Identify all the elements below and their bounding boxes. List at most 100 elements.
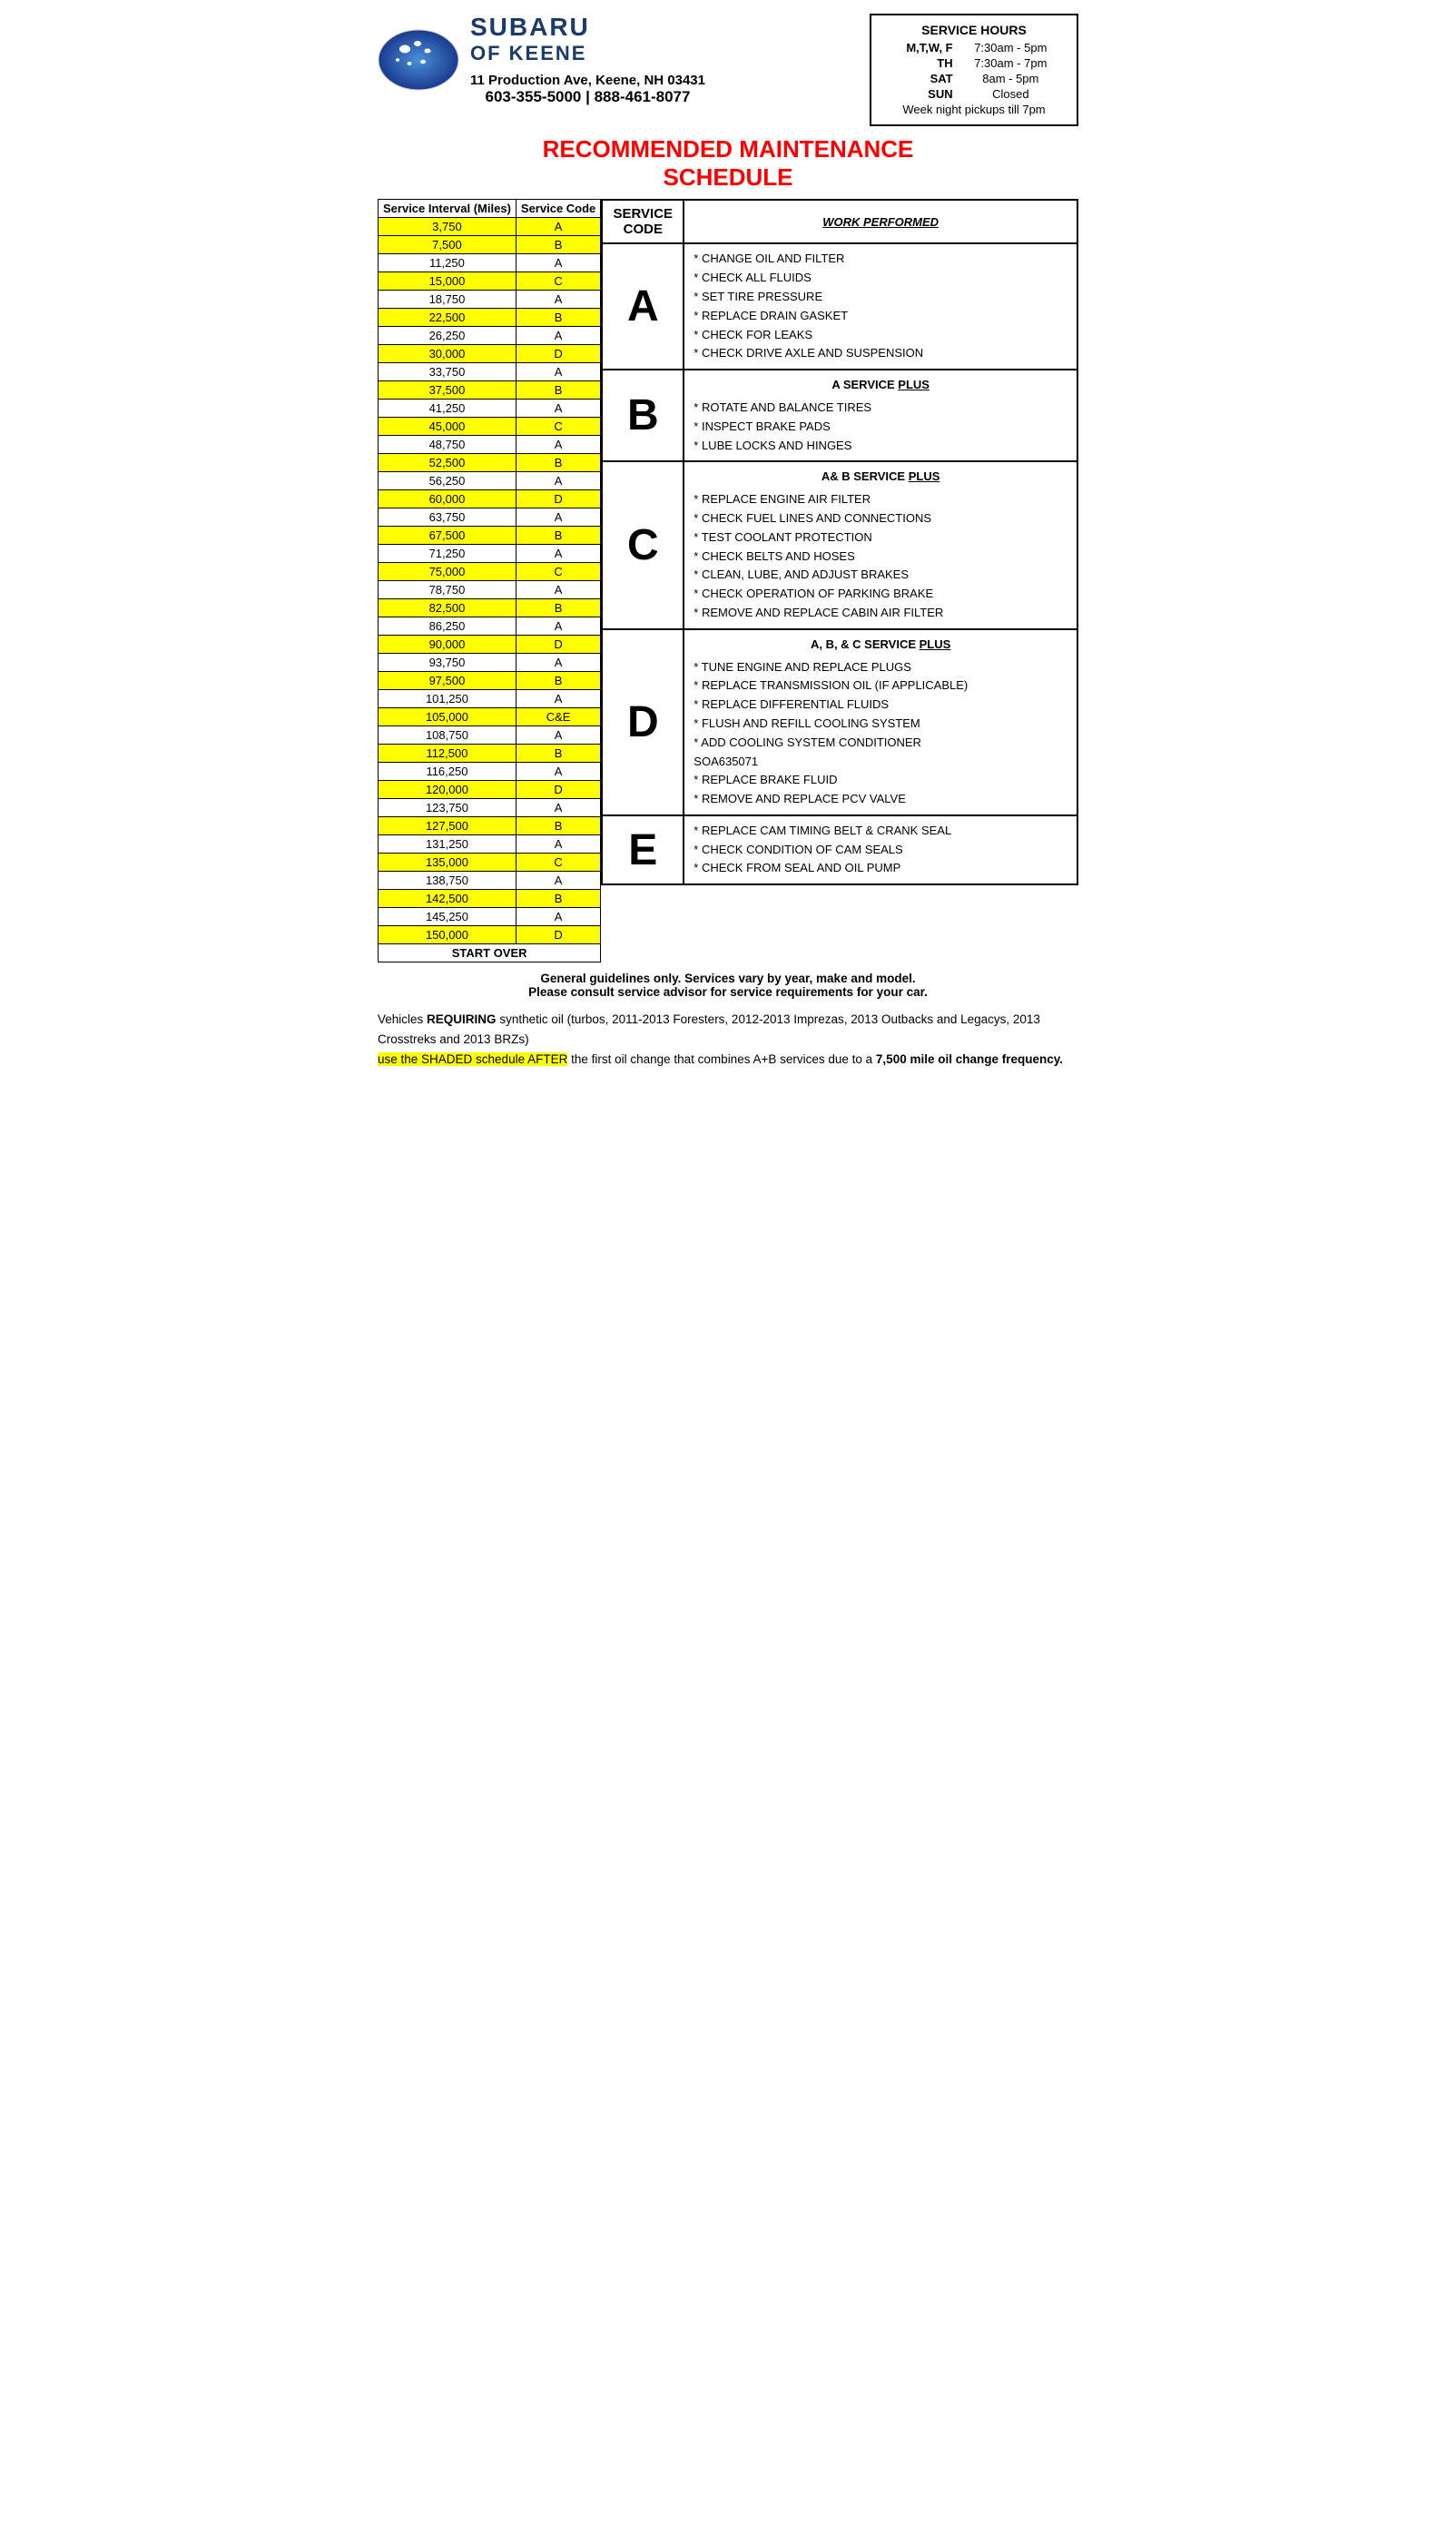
code-cell: B [516,381,600,400]
code-cell: B [516,672,600,690]
hours-time: 7:30am - 7pm [956,55,1066,71]
code-cell: B [516,309,600,327]
miles-cell: 112,500 [379,745,516,763]
footer-requiring: REQUIRING [427,1012,497,1026]
miles-cell: 135,000 [379,854,516,872]
start-over-row: START OVER [379,944,601,962]
code-cell: D [516,781,600,799]
footer-7500: 7,500 mile oil change frequency. [876,1052,1063,1066]
code-cell: A [516,363,600,381]
hours-time: Closed [956,86,1066,102]
service-code-col-header: SERVICE CODE [602,200,684,243]
miles-cell: 30,000 [379,345,516,363]
miles-cell: 123,750 [379,799,516,817]
service-item: * CHECK OPERATION OF PARKING BRAKE [694,585,1067,604]
header-left: SUBARU OF KEENE 11 Production Ave, Keene… [378,14,705,106]
service-letter-cell: B [602,370,684,461]
table-row: 48,750A [379,436,601,454]
code-cell: A [516,400,600,418]
miles-cell: 120,000 [379,781,516,799]
table-row: 22,500B [379,309,601,327]
miles-cell: 131,250 [379,835,516,854]
table-row: 101,250A [379,690,601,708]
miles-cell: 11,250 [379,254,516,272]
table-row: 86,250A [379,617,601,636]
service-hours-box: SERVICE HOURS M,T,W, F7:30am - 5pmTH7:30… [870,14,1078,126]
footer-highlight: use the SHADED schedule AFTER [378,1052,567,1066]
code-cell: A [516,581,600,599]
code-cell: B [516,599,600,617]
service-item: * CHECK FOR LEAKS [694,326,1067,345]
table-row: 82,500B [379,599,601,617]
table-row: 67,500B [379,527,601,545]
table-row: 71,250A [379,545,601,563]
services-table: SERVICE CODE WORK PERFORMED A * CHANGE O… [601,199,1078,885]
service-row: E * REPLACE CAM TIMING BELT & CRANK SEAL… [602,815,1077,884]
table-row: 97,500B [379,672,601,690]
schedule-table: Service Interval (Miles) Service Code 3,… [378,199,601,962]
service-row: D A, B, & C SERVICE PLUS* TUNE ENGINE AN… [602,629,1077,815]
main-layout: Service Interval (Miles) Service Code 3,… [378,199,1078,962]
service-item: * REPLACE BRAKE FLUID [694,771,1067,790]
code-cell: C [516,563,600,581]
miles-cell: 108,750 [379,726,516,745]
table-row: 93,750A [379,654,601,672]
miles-cell: 26,250 [379,327,516,345]
service-row: A * CHANGE OIL AND FILTER* CHECK ALL FLU… [602,243,1077,370]
miles-cell: 18,750 [379,291,516,309]
table-row: 131,250A [379,835,601,854]
address-block: 11 Production Ave, Keene, NH 03431 603-3… [470,73,705,106]
hours-time: 7:30am - 5pm [956,40,1066,55]
address-line: 11 Production Ave, Keene, NH 03431 [470,73,705,88]
code-cell: D [516,345,600,363]
footer-bottom: Vehicles REQUIRING synthetic oil (turbos… [378,1010,1078,1069]
service-item: * CLEAN, LUBE, AND ADJUST BRAKES [694,566,1067,585]
service-item: * TUNE ENGINE AND REPLACE PLUGS [694,658,1067,677]
header: SUBARU OF KEENE 11 Production Ave, Keene… [378,14,1078,126]
service-item: * CHECK FROM SEAL AND OIL PUMP [694,859,1067,878]
service-item: * FLUSH AND REFILL COOLING SYSTEM [694,715,1067,734]
table-row: 120,000D [379,781,601,799]
service-item: * REPLACE TRANSMISSION OIL (IF APPLICABL… [694,676,1067,696]
table-row: 37,500B [379,381,601,400]
miles-cell: 60,000 [379,490,516,508]
table-row: 90,000D [379,636,601,654]
brand-sub: OF KEENE [470,42,705,65]
miles-cell: 116,250 [379,763,516,781]
service-item: * REMOVE AND REPLACE CABIN AIR FILTER [694,604,1067,623]
miles-cell: 105,000 [379,708,516,726]
miles-cell: 67,500 [379,527,516,545]
table-row: 78,750A [379,581,601,599]
code-cell: B [516,890,600,908]
service-letter-cell: A [602,243,684,370]
code-cell: B [516,236,600,254]
service-item: * REMOVE AND REPLACE PCV VALVE [694,790,1067,809]
table-row: 123,750A [379,799,601,817]
miles-cell: 48,750 [379,436,516,454]
code-cell: A [516,291,600,309]
start-over-label: START OVER [379,944,601,962]
service-letter-cell: D [602,629,684,815]
work-content-cell: * REPLACE CAM TIMING BELT & CRANK SEAL* … [684,815,1077,884]
work-content-cell: A SERVICE PLUS* ROTATE AND BALANCE TIRES… [684,370,1077,461]
code-cell: A [516,436,600,454]
code-cell: A [516,690,600,708]
table-row: 11,250A [379,254,601,272]
code-cell: A [516,835,600,854]
miles-cell: 93,750 [379,654,516,672]
table-row: 108,750A [379,726,601,745]
table-row: 56,250A [379,472,601,490]
hours-days: M,T,W, F [882,40,956,55]
code-cell: B [516,745,600,763]
work-performed-col-header: WORK PERFORMED [684,200,1077,243]
code-cell: D [516,926,600,944]
code-cell: A [516,508,600,527]
service-item: * ROTATE AND BALANCE TIRES [694,399,1067,418]
miles-cell: 86,250 [379,617,516,636]
miles-cell: 75,000 [379,563,516,581]
code-cell: B [516,454,600,472]
work-content-cell: * CHANGE OIL AND FILTER* CHECK ALL FLUID… [684,243,1077,370]
subaru-logo-icon [378,29,459,91]
logo-area [378,29,459,91]
hours-days: SAT [882,71,956,86]
